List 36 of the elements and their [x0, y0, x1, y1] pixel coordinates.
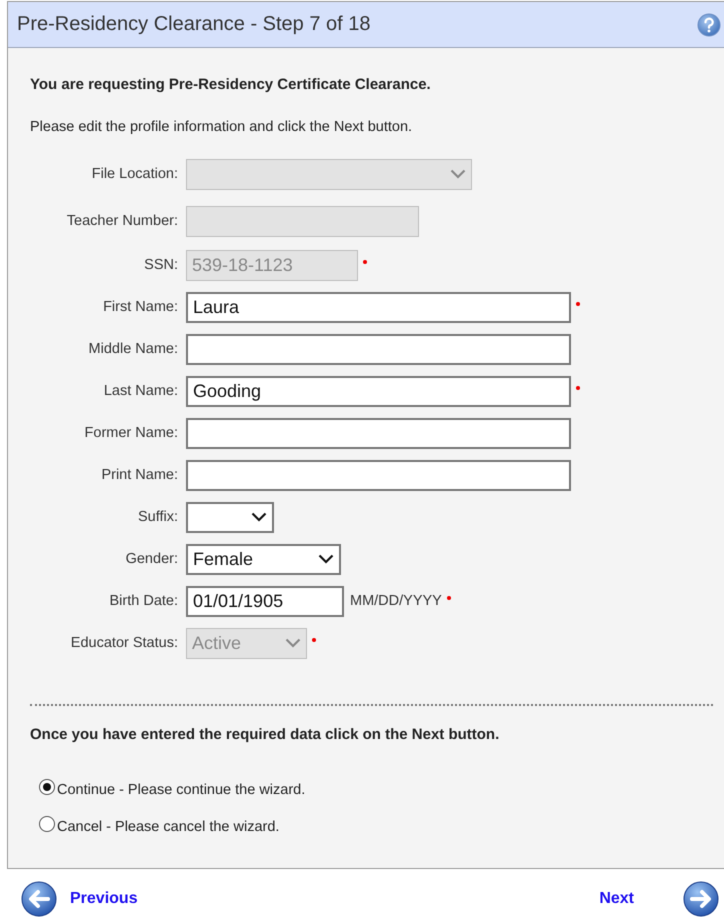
- field-label: Print Name:: [100, 467, 178, 483]
- previous-link[interactable]: Previous: [70, 890, 138, 908]
- chevron-icon: [450, 169, 466, 179]
- input-field[interactable]: Gooding: [186, 376, 571, 406]
- intro-text: Please edit the profile information and click the Next button.: [30, 119, 414, 135]
- intro-heading: You are requesting Pre-Residency Certificate Clearance.: [30, 76, 432, 93]
- field-label: Suffix:: [136, 509, 178, 525]
- input-field[interactable]: [186, 334, 571, 364]
- chevron-icon: [318, 554, 334, 564]
- input-field[interactable]: 01/01/1905: [186, 586, 344, 616]
- field-label: File Location:: [90, 166, 178, 182]
- field-label: Last Name:: [102, 383, 178, 399]
- next-link[interactable]: Next: [599, 890, 634, 908]
- field-label: Teacher Number:: [66, 213, 178, 229]
- field-label: Gender:: [124, 551, 178, 567]
- window-title: Pre-Residency Clearance - Step 7 of 18: [17, 13, 371, 36]
- option-label[interactable]: Continue - Please continue the wizard.: [57, 782, 306, 798]
- chevron-icon: [285, 638, 301, 648]
- radio-button[interactable]: [39, 816, 55, 832]
- field-label: Middle Name:: [88, 341, 178, 357]
- chevron-icon: [251, 512, 267, 522]
- field-label: Former Name:: [84, 425, 178, 441]
- field-label: Birth Date:: [108, 593, 178, 609]
- input-field[interactable]: [186, 460, 571, 490]
- instruction-text: Once you have entered the required data click on the Next button.: [30, 726, 500, 743]
- field-label: Educator Status:: [70, 635, 178, 651]
- field-label: First Name:: [102, 299, 178, 315]
- radio-button[interactable]: [39, 778, 55, 794]
- option-label[interactable]: Cancel - Please cancel the wizard.: [57, 818, 280, 834]
- dropdown[interactable]: Female: [186, 544, 341, 574]
- help-icon[interactable]: [697, 12, 721, 36]
- input-field[interactable]: Laura: [186, 292, 571, 322]
- input-field[interactable]: [186, 418, 571, 448]
- date-format-hint: MM/DD/YYYY: [350, 593, 442, 609]
- dropdown[interactable]: [186, 502, 274, 532]
- field-label: SSN:: [143, 257, 178, 273]
